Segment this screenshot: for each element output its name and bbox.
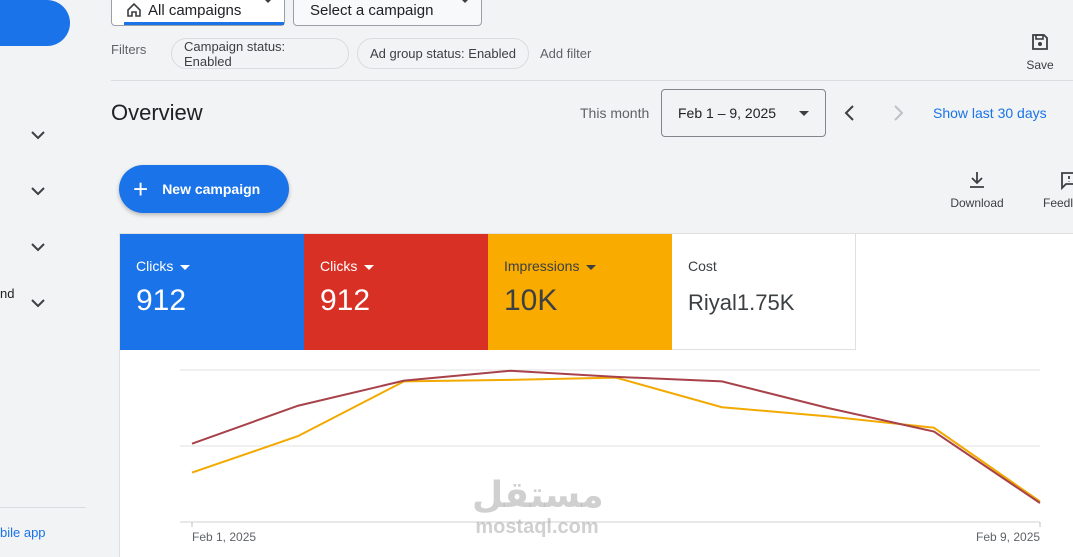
feedback-button[interactable]: Feedl <box>1043 170 1073 210</box>
feedback-label: Feedl <box>1043 196 1073 210</box>
chart-series-line <box>191 376 1041 503</box>
chevron-down-icon[interactable] <box>30 127 46 143</box>
mobile-app-link[interactable]: bile app <box>0 525 46 540</box>
chevron-down-icon[interactable] <box>30 183 46 199</box>
download-label: Download <box>950 196 1004 210</box>
sidebar-active-item[interactable] <box>0 0 70 46</box>
chevron-down-icon[interactable] <box>30 295 46 311</box>
sidebar-divider <box>0 507 86 508</box>
chevron-right-icon[interactable] <box>887 102 909 124</box>
add-filter-button[interactable]: Add filter <box>540 46 591 61</box>
dropdown-caret-icon <box>459 0 471 3</box>
dropdown-caret-icon <box>262 0 274 3</box>
dropdown-caret-icon <box>799 111 809 116</box>
show-last-30-days-link[interactable]: Show last 30 days <box>933 105 1047 121</box>
new-campaign-button[interactable]: + New campaign <box>119 165 289 213</box>
download-button[interactable]: Download <box>945 170 1009 210</box>
watermark-arabic: مستقل <box>472 475 604 516</box>
plus-icon: + <box>133 174 149 204</box>
period-label: This month <box>580 105 650 121</box>
filter-chip-label: Campaign status: Enabled <box>184 38 286 69</box>
save-icon <box>1032 34 1048 50</box>
chevron-down-icon[interactable] <box>30 239 46 255</box>
all-campaigns-label: All campaigns <box>148 1 242 19</box>
sidebar-item-label: nd <box>0 286 15 301</box>
date-range-value: Feb 1 – 9, 2025 <box>678 105 777 121</box>
filter-chip-campaign-status[interactable]: Campaign status: Enabled <box>171 38 349 69</box>
x-tick-label: Feb 9, 2025 <box>976 530 1041 544</box>
active-underline <box>124 22 284 25</box>
watermark: مستقل mostaql.com <box>472 475 604 539</box>
select-campaign-selector[interactable]: Select a campaign <box>293 0 482 26</box>
chevron-left-icon[interactable] <box>839 102 861 124</box>
filter-chip-label: Ad group status: Enabled <box>370 46 516 61</box>
date-range-picker[interactable]: Feb 1 – 9, 2025 <box>661 89 826 137</box>
filters-label: Filters <box>111 42 147 57</box>
new-campaign-label: New campaign <box>162 181 261 197</box>
all-campaigns-selector[interactable]: All campaigns <box>111 0 285 26</box>
download-icon <box>970 172 984 188</box>
save-label: Save <box>1026 58 1054 72</box>
filter-chip-ad-group-status[interactable]: Ad group status: Enabled <box>357 38 529 69</box>
header-divider <box>111 80 1073 81</box>
feedback-icon <box>1061 172 1073 190</box>
watermark-latin: mostaql.com <box>475 516 599 538</box>
chart-series-line <box>191 369 1041 504</box>
x-tick-label: Feb 1, 2025 <box>192 530 257 544</box>
page-title: Overview <box>111 100 203 125</box>
save-button[interactable]: Save <box>1020 32 1060 72</box>
home-icon <box>127 2 141 17</box>
select-campaign-label: Select a campaign <box>310 1 434 19</box>
